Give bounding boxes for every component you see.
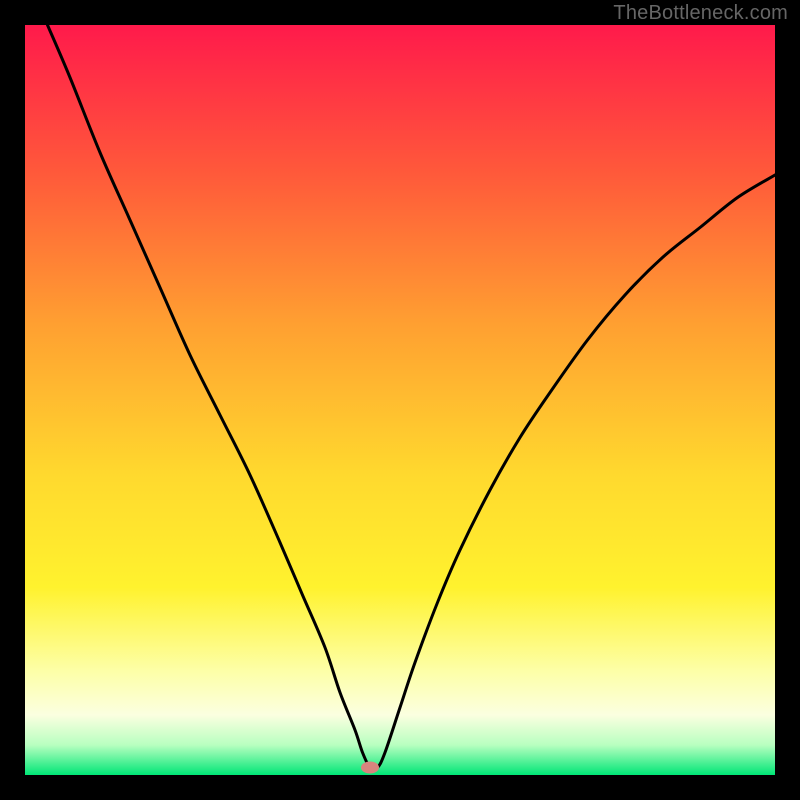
chart-frame: TheBottleneck.com: [0, 0, 800, 800]
watermark-text: TheBottleneck.com: [613, 2, 788, 25]
chart-svg: [25, 25, 775, 775]
gradient-background: [25, 25, 775, 775]
plot-area: [25, 25, 775, 775]
minimum-marker: [361, 762, 379, 774]
